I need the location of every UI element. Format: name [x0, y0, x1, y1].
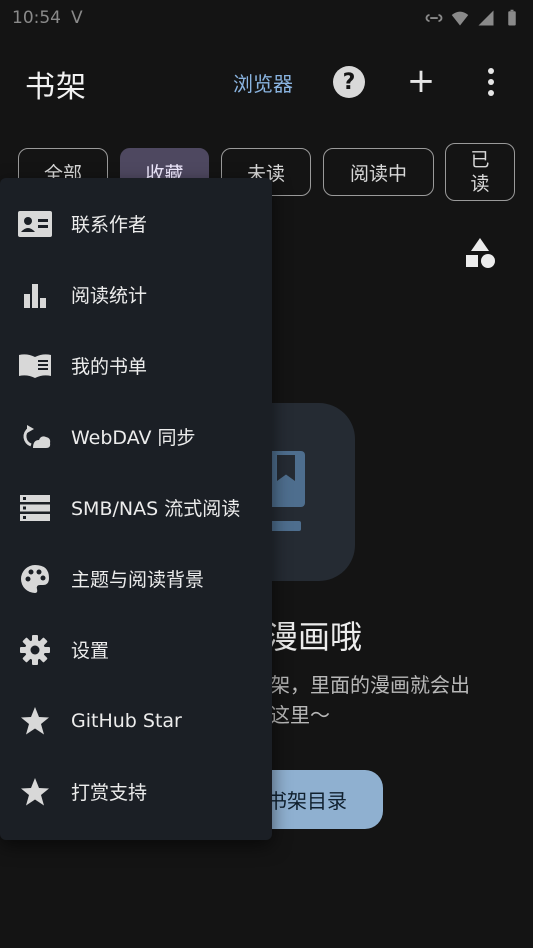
menu-item-donate[interactable]: 打赏支持 [0, 756, 272, 827]
page-title: 书架 [25, 70, 87, 105]
menu-item-github-star[interactable]: GitHub Star [0, 685, 272, 756]
menu-item-contact-author[interactable]: 联系作者 [0, 188, 272, 259]
status-time: 10:54 [12, 8, 61, 28]
empty-title: 漫画哦 [266, 618, 363, 656]
gear-icon [18, 633, 52, 667]
palette-icon [18, 562, 52, 596]
wifi-icon [451, 11, 469, 26]
menu-item-label: 设置 [71, 640, 110, 662]
more-dot [488, 79, 494, 85]
menu-item-label: 阅读统计 [71, 285, 148, 307]
empty-description-line1: 架，里面的漫画就会出 [270, 673, 470, 697]
help-button[interactable]: ? [333, 66, 365, 98]
bar-chart-icon [18, 278, 52, 312]
menu-item-label: 我的书单 [71, 356, 148, 378]
help-icon: ? [342, 69, 356, 95]
browser-button[interactable]: 浏览器 [233, 68, 293, 97]
cloud-sync-icon [18, 420, 52, 454]
star-icon [18, 775, 52, 809]
more-dot [488, 68, 494, 74]
menu-item-my-booklist[interactable]: 我的书单 [0, 330, 272, 401]
storage-icon [18, 491, 52, 525]
add-button[interactable]: + [406, 64, 436, 98]
menu-item-webdav-sync[interactable]: WebDAV 同步 [0, 401, 272, 472]
battery-icon [508, 9, 516, 26]
chip-reading[interactable]: 阅读中 [323, 148, 434, 196]
menu-item-label: WebDAV 同步 [71, 427, 196, 449]
overflow-menu: 联系作者 阅读统计 我的书单 WebDAV 同步 SMB/NAS 流式阅读 主题… [0, 178, 272, 840]
shapes-icon[interactable] [463, 236, 497, 270]
status-bar: 10:54 V [0, 0, 533, 36]
link-icon [425, 14, 443, 22]
chip-read[interactable]: 已 读 [445, 143, 515, 201]
star-icon [18, 704, 52, 738]
chip-read-line1: 已 [470, 149, 490, 171]
contact-card-icon [18, 207, 52, 241]
book-open-icon [18, 349, 52, 383]
menu-item-label: SMB/NAS 流式阅读 [71, 498, 241, 520]
menu-item-settings[interactable]: 设置 [0, 614, 272, 685]
menu-item-theme-background[interactable]: 主题与阅读背景 [0, 543, 272, 614]
chip-read-line2: 读 [470, 173, 490, 195]
menu-item-label: 主题与阅读背景 [71, 569, 205, 591]
more-options-button[interactable] [480, 66, 502, 98]
menu-item-label: GitHub Star [71, 709, 182, 732]
plus-icon: + [406, 61, 436, 101]
empty-description-line2: 这里～ [270, 703, 330, 727]
signal-icon [478, 10, 494, 26]
menu-item-smb-nas[interactable]: SMB/NAS 流式阅读 [0, 472, 272, 543]
menu-item-label: 打赏支持 [71, 782, 148, 804]
empty-description: 架，里面的漫画就会出 这里～ [270, 670, 530, 730]
book-icon [267, 451, 305, 507]
menu-item-reading-stats[interactable]: 阅读统计 [0, 259, 272, 330]
app-bar: 书架 浏览器 ? + [0, 52, 533, 112]
more-dot [488, 90, 494, 96]
menu-item-label: 联系作者 [71, 214, 148, 236]
carrier-mark: V [71, 8, 83, 28]
